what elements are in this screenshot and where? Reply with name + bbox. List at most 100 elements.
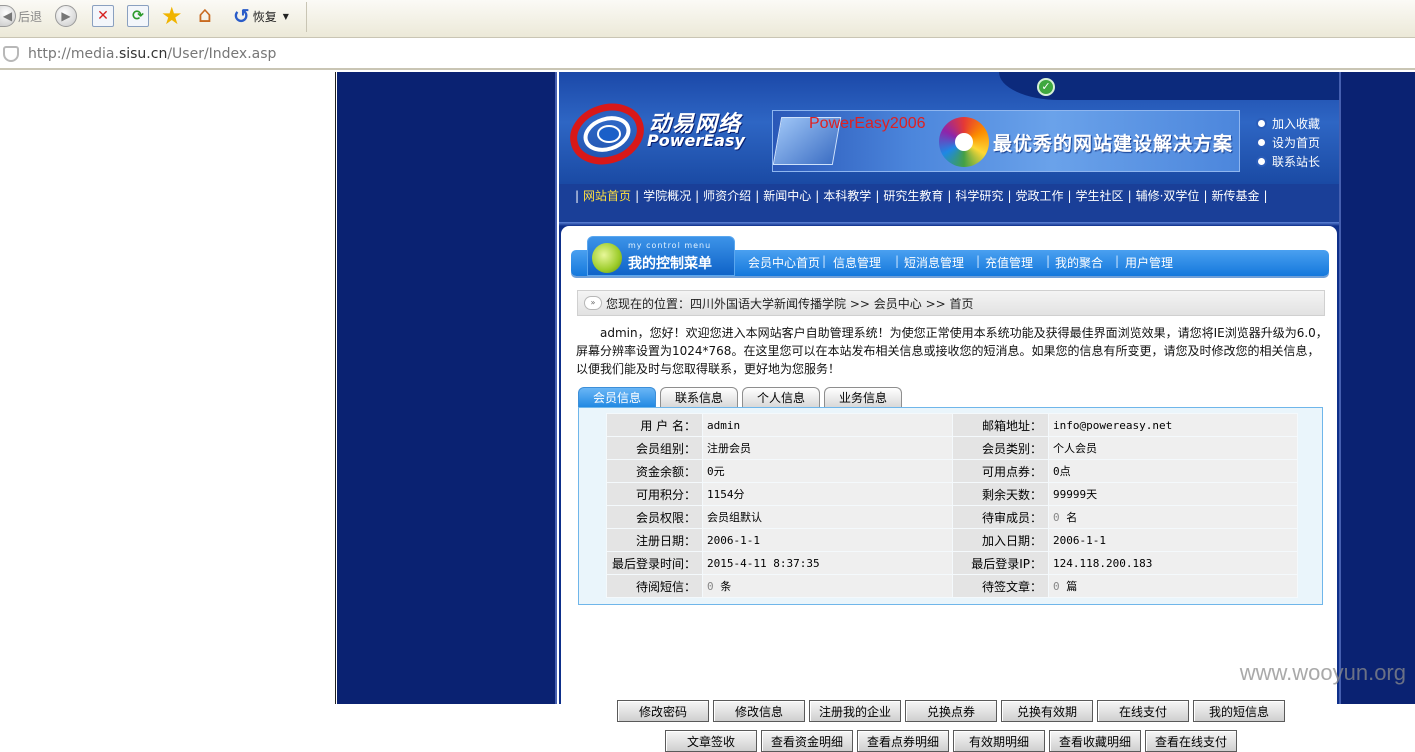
nav-separator: | — [695, 189, 700, 203]
nav-separator: | — [1203, 189, 1208, 203]
action-buttons-row1: 修改密码 修改信息 注册我的企业 兑换点券 兑换有效期 在线支付 我的短信息 — [617, 700, 1289, 722]
register-enterprise-button[interactable]: 注册我的企业 — [809, 700, 901, 722]
favorites-details-button[interactable]: 查看收藏明细 — [1049, 730, 1141, 752]
table-row: 会员组别： 注册会员 会员类别： 个人会员 — [606, 436, 1298, 460]
stop-button[interactable]: ✕ — [92, 2, 114, 30]
table-row: 用 户 名： admin 邮箱地址： info@powereasy.net — [606, 413, 1298, 437]
payment-details-button[interactable]: 查看在线支付 — [1145, 730, 1237, 752]
nav-separator: | — [1263, 189, 1268, 203]
info-label: 可用点券： — [952, 459, 1049, 483]
header-banner[interactable]: PowerEasy2006 最优秀的网站建设解决方案 最优秀的网站建设解决方案 — [772, 110, 1240, 172]
menu-item-aggregation[interactable]: 我的聚合 — [1055, 254, 1103, 271]
info-label: 注册日期： — [606, 528, 703, 552]
menu-item-message-manage[interactable]: 短消息管理 — [904, 254, 964, 271]
restore-button[interactable]: ↺ 恢复 ▼ — [233, 2, 289, 30]
url-text[interactable]: http://media.sisu.cn/User/Index.asp — [28, 46, 276, 62]
address-bar[interactable]: http://media.sisu.cn/User/Index.asp — [0, 38, 1415, 70]
info-tabs: 会员信息 联系信息 个人信息 业务信息 — [578, 387, 906, 409]
site-header: ✓ 动易网络 PowerEasy PowerEasy2006 最优秀的网站建设解… — [559, 72, 1339, 184]
menu-item-recharge[interactable]: 充值管理 — [985, 254, 1033, 271]
control-menu-subtitle: my control menu — [628, 241, 712, 250]
logo-swirl-icon — [570, 103, 644, 165]
page-left-background — [337, 72, 557, 704]
info-value: 2015-4-11 8:37:35 — [702, 551, 953, 575]
menu-item-user-manage[interactable]: 用户管理 — [1125, 254, 1173, 271]
points-details-button[interactable]: 查看点券明细 — [857, 730, 949, 752]
bullet-icon — [1256, 118, 1267, 129]
nav-item-graduate[interactable]: 研究生教育 — [883, 189, 943, 203]
quick-link-homepage[interactable]: 设为首页 — [1256, 133, 1336, 152]
menu-separator: | — [822, 254, 827, 268]
info-value: 0 名 — [1048, 505, 1298, 529]
info-label: 会员类别： — [952, 436, 1049, 460]
back-button[interactable]: ◀ 后退 — [0, 2, 42, 30]
nav-item-students[interactable]: 学生社区 — [1076, 189, 1124, 203]
page-left-blank — [0, 72, 336, 704]
member-info-table: 用 户 名： admin 邮箱地址： info@powereasy.net 会员组别：注… — [606, 413, 1298, 598]
site-container: ✓ 动易网络 PowerEasy PowerEasy2006 最优秀的网站建设解… — [559, 72, 1339, 752]
info-label: 剩余天数： — [952, 482, 1049, 506]
validity-details-button[interactable]: 有效期明细 — [953, 730, 1045, 752]
info-label: 待签文章： — [952, 574, 1049, 598]
breadcrumb-path[interactable]: 四川外国语大学新闻传播学院 >> 会员中心 >> 首页 — [690, 295, 973, 312]
undo-icon: ↺ — [233, 4, 250, 28]
nav-item-home[interactable]: 网站首页 — [583, 189, 631, 203]
quick-link-favorite[interactable]: 加入收藏 — [1256, 114, 1336, 133]
refresh-icon: ⟳ — [127, 5, 149, 27]
restore-label: 恢复 — [252, 9, 277, 24]
online-payment-button[interactable]: 在线支付 — [1097, 700, 1189, 722]
nav-separator: | — [575, 189, 580, 203]
info-label: 会员组别： — [606, 436, 703, 460]
toolbar-divider — [306, 2, 307, 32]
nav-item-fund[interactable]: 新传基金 — [1211, 189, 1259, 203]
menu-item-info-manage[interactable]: 信息管理 — [833, 254, 881, 271]
nav-item-overview[interactable]: 学院概况 — [643, 189, 691, 203]
fund-details-button[interactable]: 查看资金明细 — [761, 730, 853, 752]
welcome-message: admin，您好！欢迎您进入本网站客户自助管理系统！为使您正常使用本系统功能及获… — [576, 326, 1328, 376]
refresh-button[interactable]: ⟳ — [127, 2, 149, 30]
nav-item-news[interactable]: 新闻中心 — [763, 189, 811, 203]
banner-product: PowerEasy2006 — [809, 115, 926, 132]
tab-contact-info[interactable]: 联系信息 — [660, 387, 739, 409]
nav-separator: | — [755, 189, 760, 203]
logo-english: PowerEasy — [647, 131, 745, 150]
quick-links: 加入收藏 设为首页 联系站长 — [1256, 114, 1336, 171]
info-label: 最后登录时间： — [606, 551, 703, 575]
info-value: 1154分 — [702, 482, 953, 506]
info-value: 2006-1-1 — [1048, 528, 1298, 552]
info-value: 0元 — [702, 459, 953, 483]
tab-business-info[interactable]: 业务信息 — [824, 387, 903, 409]
menu-item-member-home[interactable]: 会员中心首页 — [748, 254, 820, 271]
info-value: 99999天 — [1048, 482, 1298, 506]
tab-personal-info[interactable]: 个人信息 — [742, 387, 821, 409]
breadcrumb: » 您现在的位置： 四川外国语大学新闻传播学院 >> 会员中心 >> 首页 — [577, 290, 1325, 316]
control-menu-title: 我的控制菜单 — [628, 256, 712, 272]
home-button[interactable]: ⌂ — [198, 2, 212, 30]
security-shield-icon — [3, 45, 19, 62]
change-password-button[interactable]: 修改密码 — [617, 700, 709, 722]
nav-item-party[interactable]: 党政工作 — [1015, 189, 1063, 203]
table-row: 资金余额： 0元 可用点券： 0点 — [606, 459, 1298, 483]
article-signin-button[interactable]: 文章签收 — [665, 730, 757, 752]
exchange-validity-button[interactable]: 兑换有效期 — [1001, 700, 1093, 722]
member-info-panel: 用 户 名： admin 邮箱地址： info@powereasy.net 会员组别：注… — [578, 407, 1323, 605]
star-icon: ★ — [161, 2, 183, 30]
nav-separator: | — [875, 189, 880, 203]
my-messages-button[interactable]: 我的短信息 — [1193, 700, 1285, 722]
info-value: 注册会员 — [702, 436, 953, 460]
nav-item-undergrad[interactable]: 本科教学 — [823, 189, 871, 203]
nav-item-minor[interactable]: 辅修·双学位 — [1136, 189, 1200, 203]
table-row: 会员权限： 会员组默认 待审成员： 0 名 — [606, 505, 1298, 529]
forward-arrow-icon: ▶ — [55, 5, 77, 27]
tab-member-info[interactable]: 会员信息 — [578, 387, 657, 409]
banner-slogan-reflection: 最优秀的网站建设解决方案 — [993, 141, 1234, 152]
watermark: www.wooyun.org — [1239, 660, 1406, 685]
quick-link-contact[interactable]: 联系站长 — [1256, 152, 1336, 171]
nav-item-research[interactable]: 科学研究 — [955, 189, 1003, 203]
edit-info-button[interactable]: 修改信息 — [713, 700, 805, 722]
exchange-points-button[interactable]: 兑换点券 — [905, 700, 997, 722]
info-label: 可用积分： — [606, 482, 703, 506]
nav-item-faculty[interactable]: 师资介绍 — [703, 189, 751, 203]
favorites-button[interactable]: ★ — [161, 2, 183, 30]
forward-button[interactable]: ▶ — [55, 2, 77, 30]
